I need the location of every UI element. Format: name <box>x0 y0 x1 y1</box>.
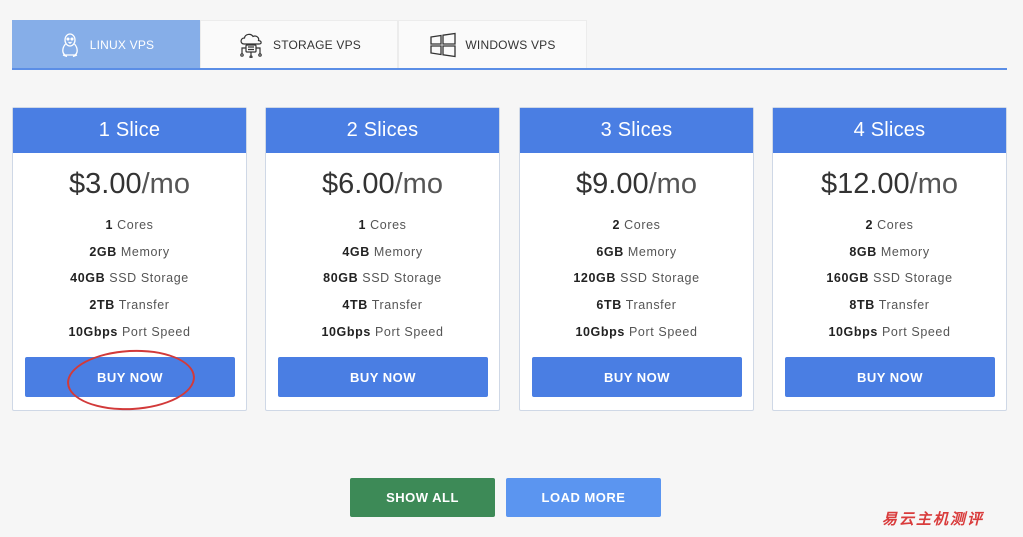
windows-logo-icon <box>429 32 457 58</box>
tab-storage-vps[interactable]: STORAGE VPS <box>200 20 398 68</box>
vps-type-tabs: LINUX VPS STORAGE VPS WINDOWS VPS <box>12 20 1007 70</box>
feature-port-speed: 10Gbps Port Speed <box>828 324 951 339</box>
plan-card-1-slice: 1 Slice $3.00/mo 1 Cores 2GB Memory 40GB… <box>12 107 247 411</box>
feature-memory: 8GB Memory <box>849 244 930 259</box>
feature-transfer: 8TB Transfer <box>849 298 930 313</box>
buy-now-button[interactable]: BUY NOW <box>25 357 235 397</box>
price-period: /mo <box>394 168 443 200</box>
tab-label: WINDOWS VPS <box>465 37 556 52</box>
feature-cores: 1 Cores <box>358 218 407 232</box>
feature-port-speed: 10Gbps Port Speed <box>321 324 444 339</box>
load-more-button[interactable]: LOAD MORE <box>506 478 661 517</box>
show-all-button[interactable]: SHOW ALL <box>350 478 495 517</box>
tab-windows-vps[interactable]: WINDOWS VPS <box>398 20 587 68</box>
plan-name: 2 Slices <box>266 108 499 153</box>
plan-name: 1 Slice <box>13 108 246 153</box>
tab-label: LINUX VPS <box>89 37 155 52</box>
feature-list: 1 Cores 4GB Memory 80GB SSD Storage 4TB … <box>266 212 499 345</box>
feature-cores: 2 Cores <box>612 218 661 232</box>
plan-price: $6.00/mo <box>266 164 499 204</box>
feature-storage: 160GB SSD Storage <box>826 271 953 286</box>
plan-card-3-slices: 3 Slices $9.00/mo 2 Cores 6GB Memory 120… <box>519 107 754 411</box>
feature-storage: 120GB SSD Storage <box>573 271 700 286</box>
price-period: /mo <box>909 168 959 200</box>
plan-card-2-slices: 2 Slices $6.00/mo 1 Cores 4GB Memory 80G… <box>265 107 500 411</box>
plan-price: $3.00/mo <box>13 164 246 204</box>
tab-linux-vps[interactable]: LINUX VPS <box>12 20 200 68</box>
feature-memory: 6GB Memory <box>596 244 677 259</box>
price-amount: $12.00 <box>820 168 910 200</box>
tux-penguin-icon <box>58 32 82 58</box>
plan-name: 3 Slices <box>520 108 753 153</box>
price-period: /mo <box>141 168 190 200</box>
feature-cores: 1 Cores <box>105 218 154 232</box>
feature-transfer: 6TB Transfer <box>596 298 677 313</box>
price-amount: $9.00 <box>576 168 649 200</box>
watermark-text: 易云主机测评 <box>882 511 985 528</box>
buy-now-button[interactable]: BUY NOW <box>532 357 742 397</box>
feature-port-speed: 10Gbps Port Speed <box>575 324 698 339</box>
feature-memory: 4GB Memory <box>342 244 423 259</box>
feature-list: 2 Cores 6GB Memory 120GB SSD Storage 6TB… <box>520 212 753 345</box>
feature-storage: 80GB SSD Storage <box>323 271 442 286</box>
plan-card-4-slices: 4 Slices $12.00/mo 2 Cores 8GB Memory 16… <box>772 107 1007 411</box>
feature-transfer: 4TB Transfer <box>342 298 423 313</box>
price-amount: $6.00 <box>322 168 395 200</box>
plan-price: $9.00/mo <box>520 164 753 204</box>
tab-label: STORAGE VPS <box>272 37 361 52</box>
feature-transfer: 2TB Transfer <box>89 298 170 313</box>
feature-storage: 40GB SSD Storage <box>70 271 189 286</box>
plan-name: 4 Slices <box>773 108 1006 153</box>
cloud-storage-icon <box>237 32 265 58</box>
feature-cores: 2 Cores <box>865 218 914 232</box>
buy-now-button[interactable]: BUY NOW <box>785 357 995 397</box>
price-period: /mo <box>648 168 697 200</box>
feature-port-speed: 10Gbps Port Speed <box>68 324 191 339</box>
plan-price: $12.00/mo <box>773 164 1006 204</box>
price-amount: $3.00 <box>69 168 142 200</box>
feature-list: 2 Cores 8GB Memory 160GB SSD Storage 8TB… <box>773 212 1006 345</box>
buy-now-button[interactable]: BUY NOW <box>278 357 488 397</box>
feature-list: 1 Cores 2GB Memory 40GB SSD Storage 2TB … <box>13 212 246 345</box>
feature-memory: 2GB Memory <box>89 244 170 259</box>
